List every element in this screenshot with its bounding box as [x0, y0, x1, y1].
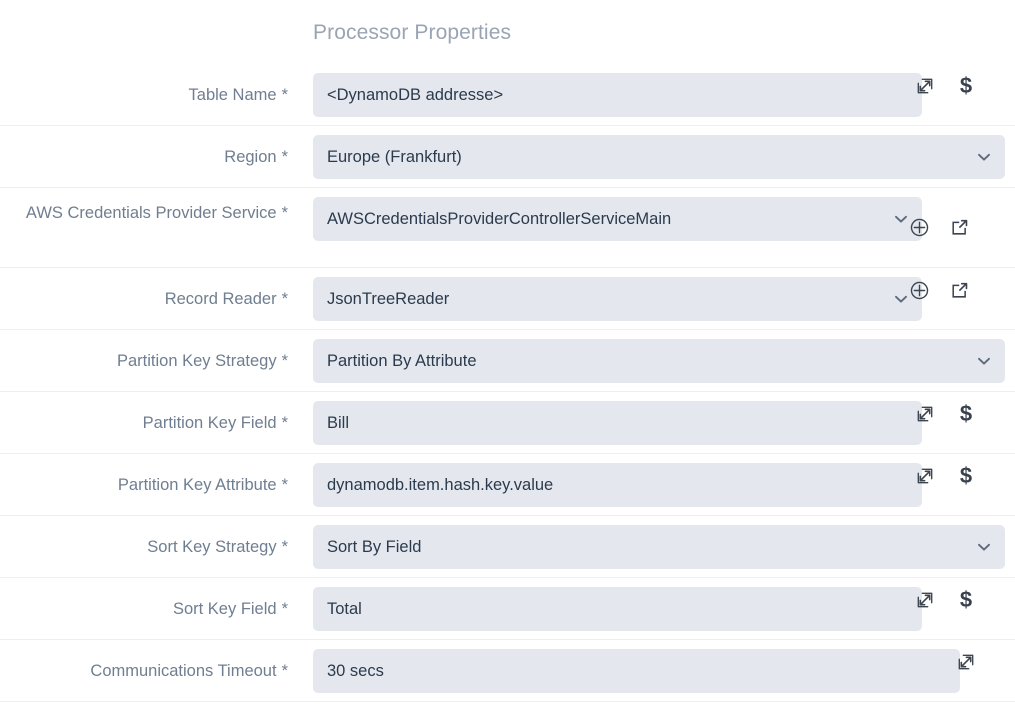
expand-icon[interactable]: [905, 459, 945, 493]
property-control-cell: Europe (Frankfurt): [288, 126, 1015, 187]
processor-properties-panel: Processor Properties Table Name * <DynamoD…: [0, 0, 1015, 714]
property-text-input[interactable]: 30 secs: [313, 649, 960, 693]
property-label: Sort Key Strategy *: [0, 516, 288, 577]
property-control-cell: <DynamoDB addresse> $: [288, 64, 1015, 125]
chevron-down-icon[interactable]: [975, 148, 993, 166]
property-text-input[interactable]: Bill: [313, 401, 922, 445]
property-row: Partition Key Attribute * dynamodb.item.ha…: [0, 454, 1015, 516]
go-to-service-icon[interactable]: [939, 273, 979, 307]
expression-language-icon[interactable]: $: [946, 583, 986, 617]
property-select[interactable]: Europe (Frankfurt): [313, 135, 1005, 179]
property-control-cell: Sort By Field: [288, 516, 1015, 577]
chevron-down-icon[interactable]: [975, 352, 993, 370]
property-label: Region *: [0, 126, 288, 187]
dollar-glyph: $: [959, 401, 973, 426]
dollar-glyph: $: [959, 587, 973, 612]
property-row: Sort Key Strategy * Sort By Field: [0, 516, 1015, 578]
add-service-icon[interactable]: [899, 273, 939, 307]
property-value: 30 secs: [327, 662, 384, 680]
property-select[interactable]: Partition By Attribute: [313, 339, 1005, 383]
expand-icon[interactable]: [905, 397, 945, 431]
property-value: Total: [327, 600, 362, 618]
property-label: Partition Key Field *: [0, 392, 288, 453]
property-row: Record Reader * JsonTreeReader: [0, 268, 1015, 330]
property-label-text: Sort Key Strategy: [147, 537, 277, 556]
property-row: Region * Europe (Frankfurt): [0, 126, 1015, 188]
expression-language-icon[interactable]: $: [946, 69, 986, 103]
dollar-glyph: $: [959, 73, 973, 98]
property-text-input[interactable]: Total: [313, 587, 922, 631]
property-label: Communications Timeout *: [0, 640, 288, 701]
property-text-input[interactable]: <DynamoDB addresse>: [313, 73, 922, 117]
property-label: Record Reader *: [0, 268, 288, 329]
property-row: Partition Key Field * Bill $: [0, 392, 1015, 454]
property-value: dynamodb.item.hash.key.value: [327, 476, 554, 494]
property-value: JsonTreeReader: [327, 290, 450, 308]
property-control-cell: Bill $: [288, 392, 1015, 453]
add-service-icon[interactable]: [899, 210, 939, 244]
dollar-glyph: $: [959, 463, 973, 488]
property-row: Communications Timeout * 30 secs: [0, 640, 1015, 702]
expand-icon[interactable]: [946, 645, 986, 679]
property-value: <DynamoDB addresse>: [327, 86, 504, 104]
property-control-cell: JsonTreeReader: [288, 268, 1015, 329]
property-control-cell: Total $: [288, 578, 1015, 639]
property-value: Bill: [327, 414, 350, 432]
expand-icon[interactable]: [905, 583, 945, 617]
property-control-cell: AWSCredentialsProviderControllerServiceM…: [288, 188, 1015, 267]
property-row: Table Name * <DynamoDB addresse> $: [0, 64, 1015, 126]
property-select[interactable]: AWSCredentialsProviderControllerServiceM…: [313, 197, 922, 241]
property-label: Partition Key Attribute *: [0, 454, 288, 515]
property-text-input[interactable]: dynamodb.item.hash.key.value: [313, 463, 922, 507]
property-select[interactable]: Sort By Field: [313, 525, 1005, 569]
property-label-text: Record Reader: [164, 289, 277, 308]
property-control-cell: dynamodb.item.hash.key.value $: [288, 454, 1015, 515]
property-label-text: Table Name: [188, 85, 277, 104]
chevron-down-icon[interactable]: [975, 538, 993, 556]
properties-list: Table Name * <DynamoDB addresse> $ Region * Eu…: [0, 64, 1015, 702]
property-value: Partition By Attribute: [327, 352, 477, 370]
property-control-cell: 30 secs: [288, 640, 1015, 701]
property-value: AWSCredentialsProviderControllerServiceM…: [327, 210, 672, 228]
property-value: Europe (Frankfurt): [327, 148, 462, 166]
property-label-text: Partition Key Attribute: [117, 475, 277, 494]
expression-language-icon[interactable]: $: [946, 459, 986, 493]
property-label: AWS Credentials Provider Service *: [0, 188, 288, 267]
property-row: Sort Key Field * Total $: [0, 578, 1015, 640]
property-row: AWS Credentials Provider Service * AWSCred…: [0, 188, 1015, 268]
property-label-text: Communications Timeout: [90, 661, 277, 680]
property-label: Table Name *: [0, 64, 288, 125]
property-label-text: Region: [224, 147, 277, 166]
property-value: Sort By Field: [327, 538, 422, 556]
property-select[interactable]: JsonTreeReader: [313, 277, 922, 321]
expand-icon[interactable]: [905, 69, 945, 103]
go-to-service-icon[interactable]: [939, 210, 979, 244]
property-label: Partition Key Strategy *: [0, 330, 288, 391]
property-row: Partition Key Strategy * Partition By Attr…: [0, 330, 1015, 392]
property-label: Sort Key Field *: [0, 578, 288, 639]
property-label-text: Sort Key Field: [172, 599, 277, 618]
property-label-text: Partition Key Strategy: [117, 351, 277, 370]
property-label-text: AWS Credentials Provider Service: [25, 204, 277, 222]
page-title: Processor Properties: [313, 21, 512, 44]
expression-language-icon[interactable]: $: [946, 397, 986, 431]
property-label-text: Partition Key Field: [142, 413, 277, 432]
property-control-cell: Partition By Attribute: [288, 330, 1015, 391]
